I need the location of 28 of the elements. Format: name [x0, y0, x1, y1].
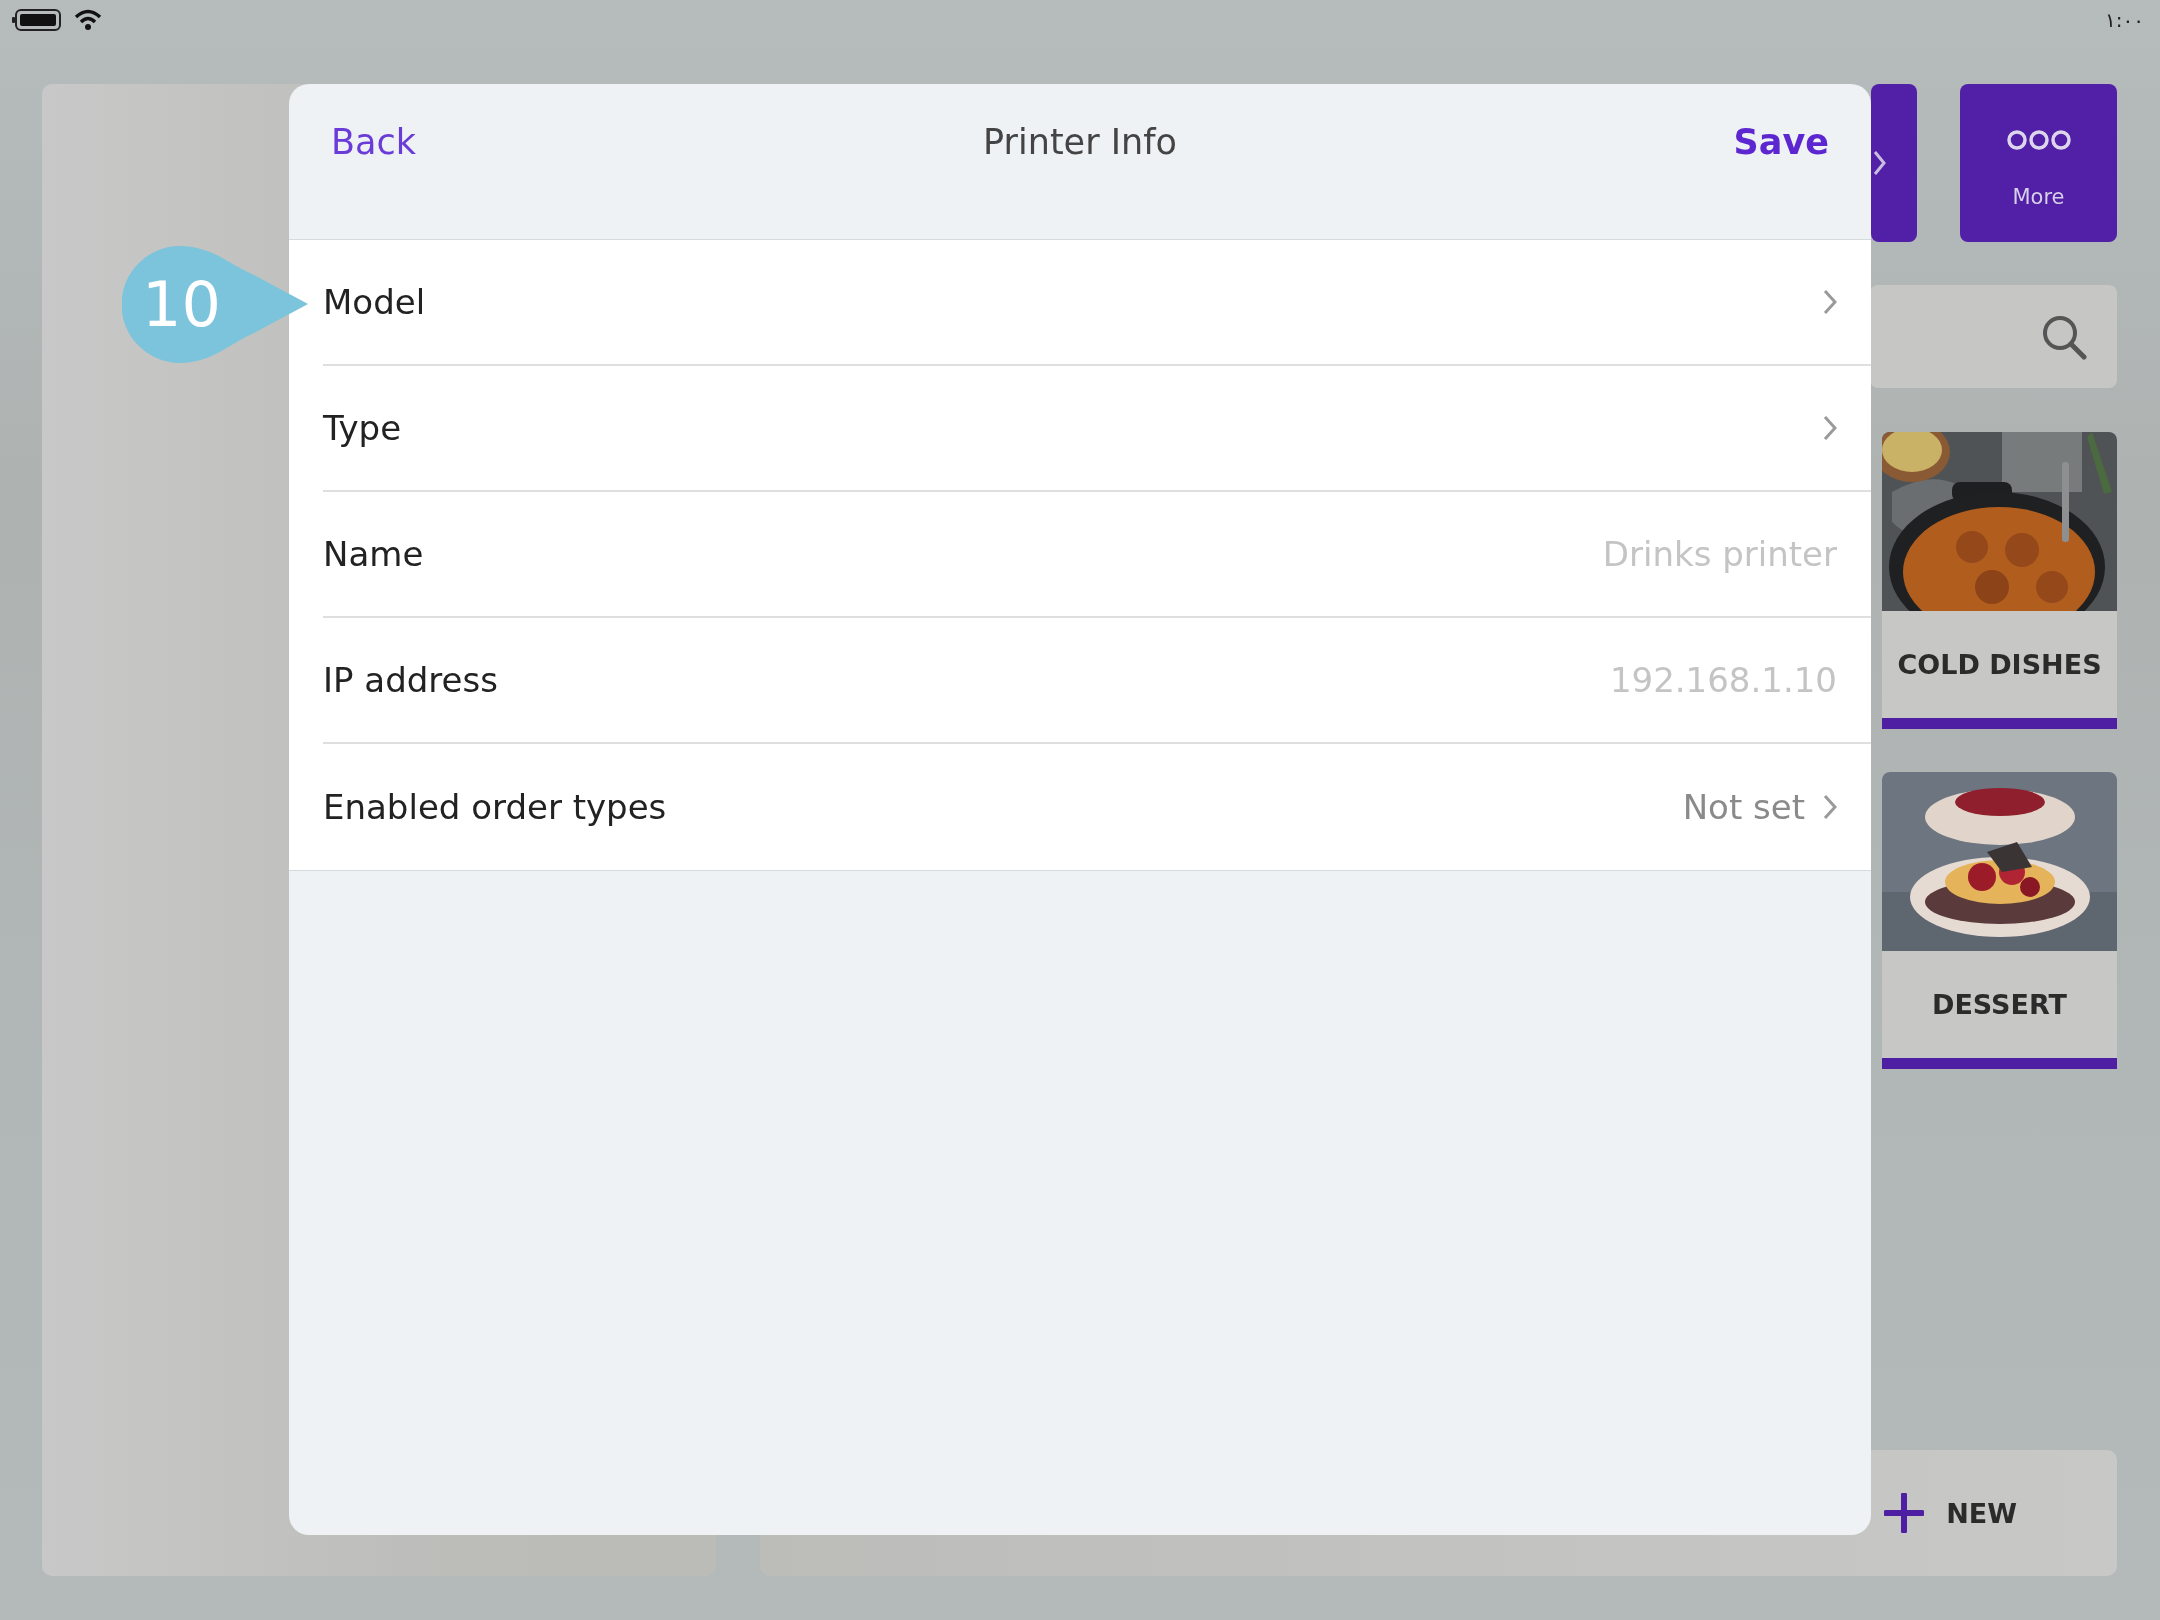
row-label: Enabled order types: [323, 787, 667, 827]
category-tile[interactable]: COLD DISHES: [1882, 432, 2117, 729]
search-field[interactable]: [1870, 285, 2117, 388]
clock-time: ١:٠٠: [2105, 8, 2144, 32]
row-label: IP address: [323, 660, 498, 700]
row-value: Not set: [1682, 787, 1805, 827]
modal-title: Printer Info: [983, 122, 1177, 162]
new-button[interactable]: NEW: [1884, 1493, 2017, 1533]
more-icon: [2005, 129, 2072, 151]
back-button[interactable]: Back: [331, 122, 416, 162]
save-button[interactable]: Save: [1733, 122, 1829, 162]
plus-icon: [1884, 1493, 1925, 1533]
row-label: Type: [323, 408, 402, 448]
text-field[interactable]: 192.168.1.10: [1337, 660, 1837, 700]
next-button[interactable]: [1871, 84, 1917, 242]
more-button[interactable]: More: [1960, 84, 2117, 242]
search-icon: [2041, 313, 2087, 360]
row-label: Model: [323, 282, 426, 322]
row-label: Name: [323, 534, 424, 574]
category-tile[interactable]: DESSERT: [1882, 772, 2117, 1069]
battery-icon: [12, 8, 64, 32]
chevron-icon[interactable]: [1823, 415, 1837, 441]
step-badge: 10: [122, 246, 308, 363]
chevron-icon: [1873, 148, 1887, 178]
text-field[interactable]: Drinks printer: [1337, 534, 1837, 574]
chevron-icon[interactable]: [1823, 289, 1837, 315]
wifi-icon: [74, 9, 102, 31]
chevron-icon[interactable]: [1823, 794, 1837, 820]
